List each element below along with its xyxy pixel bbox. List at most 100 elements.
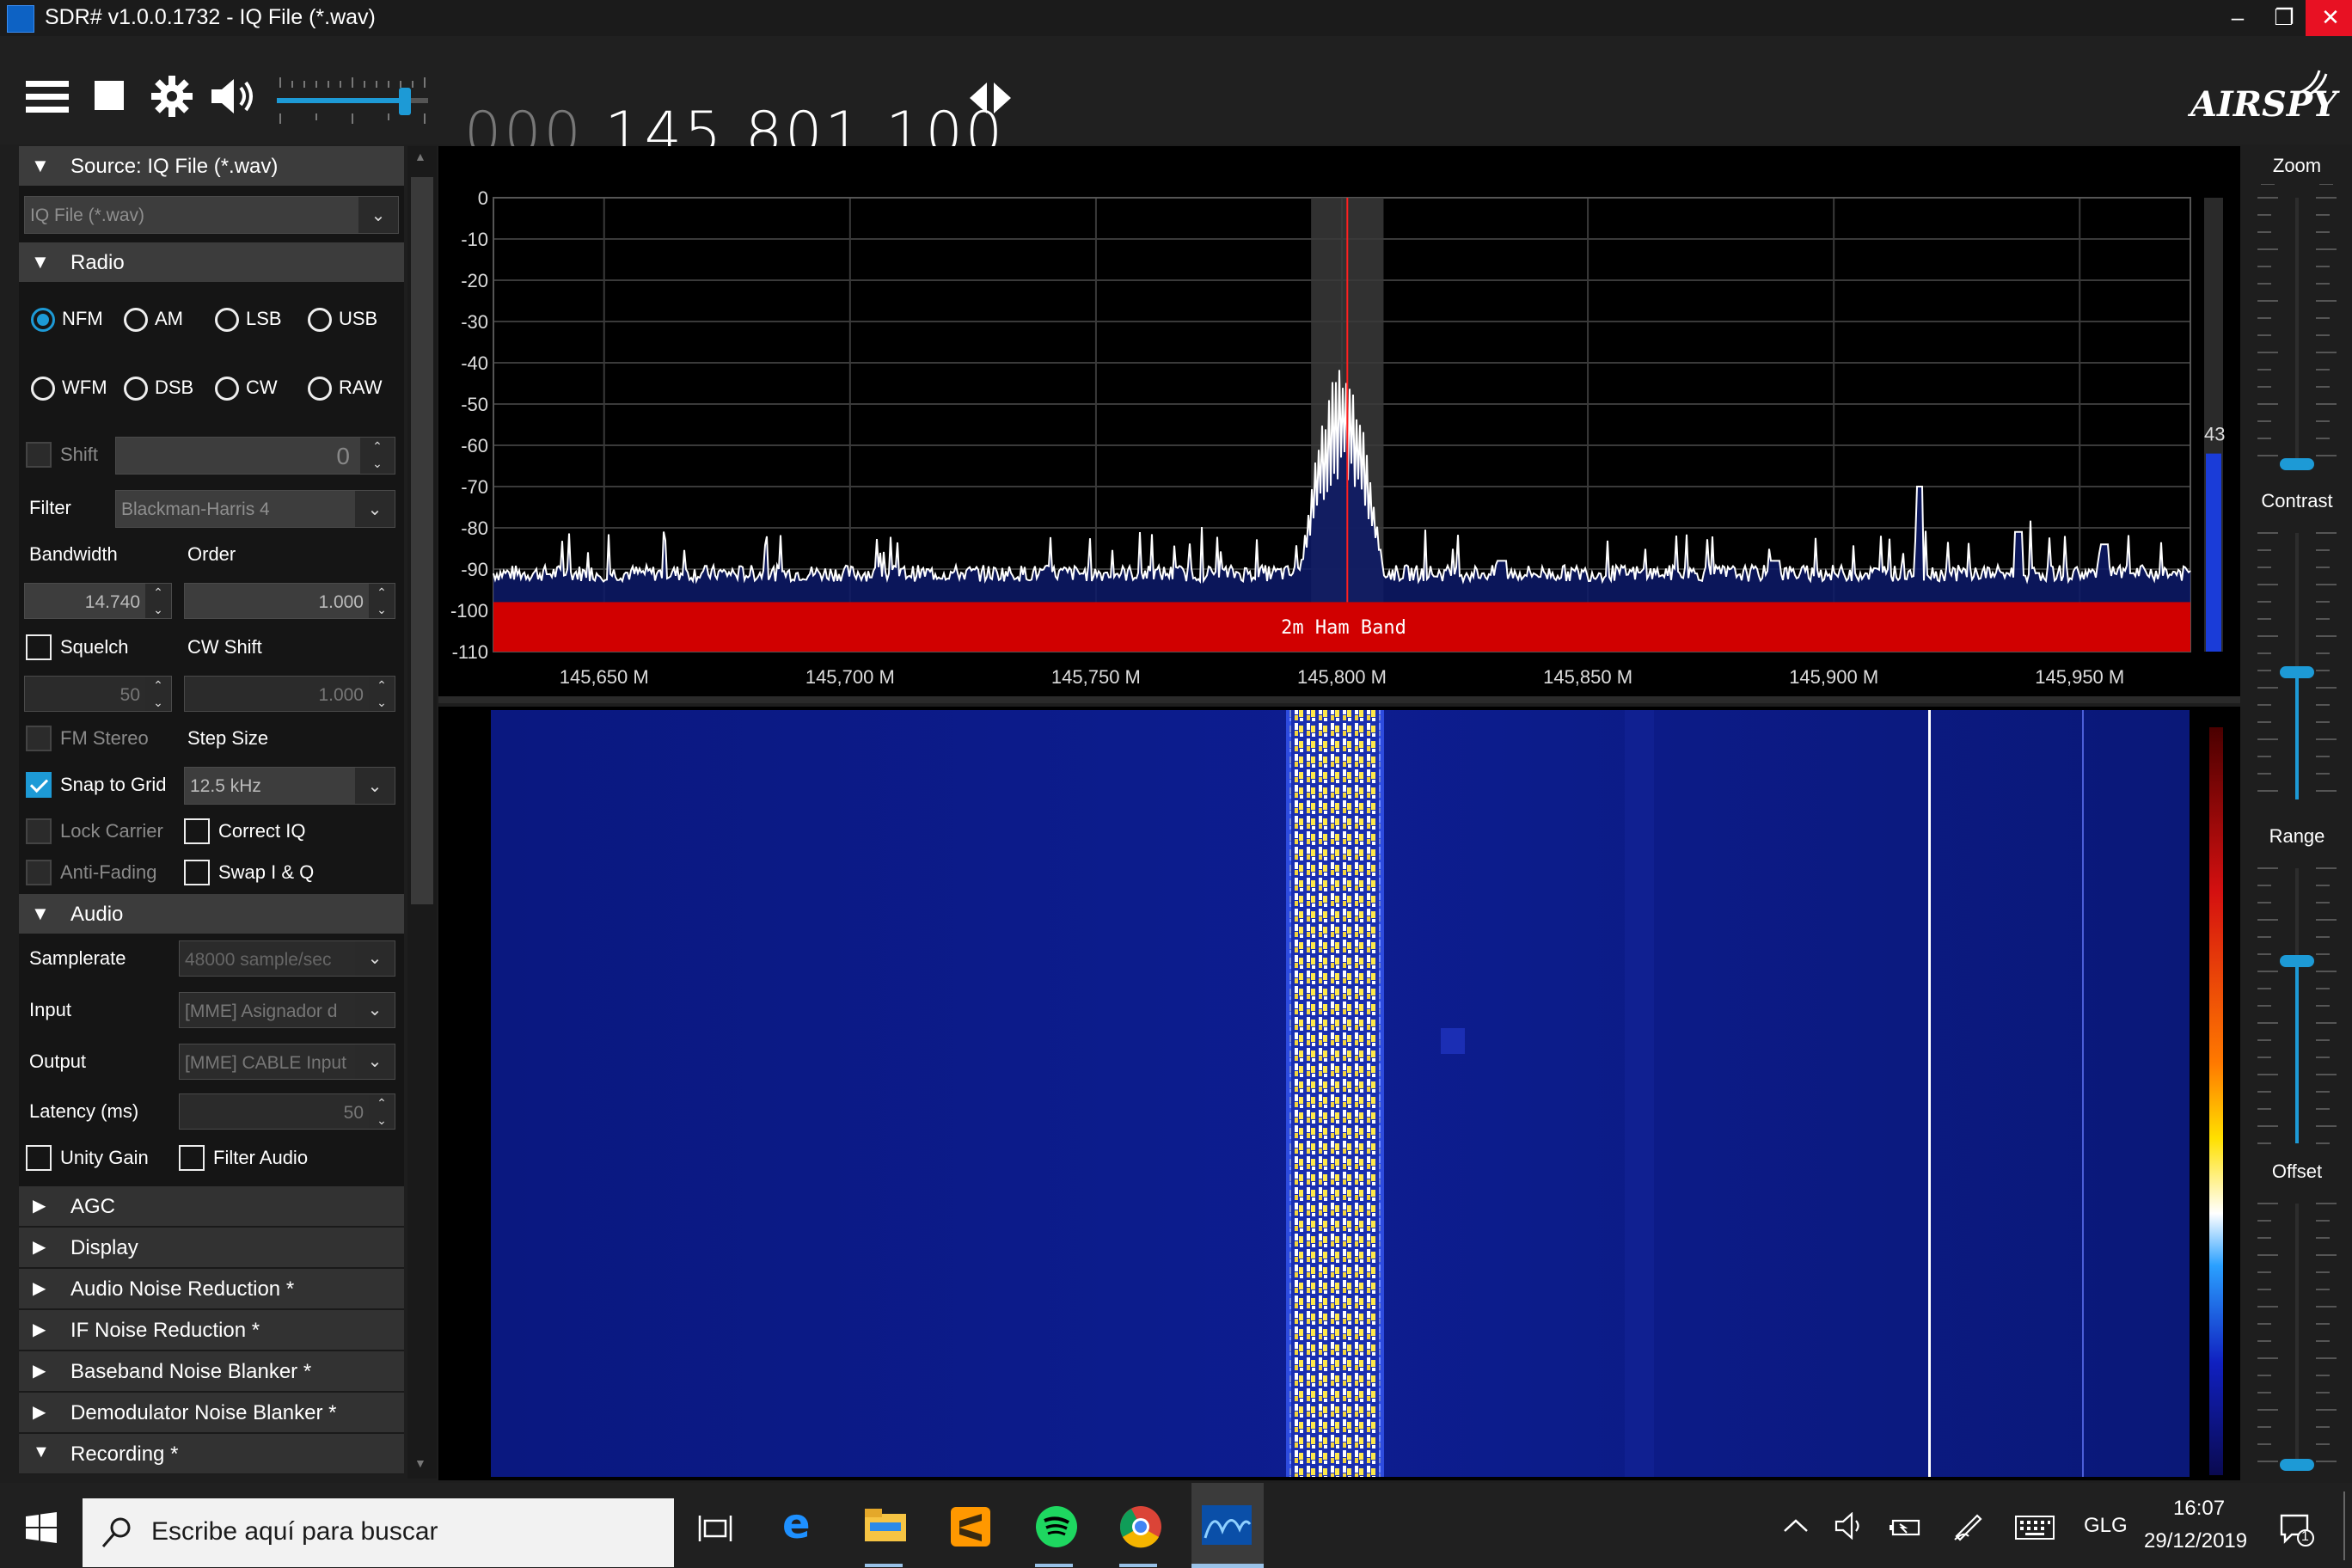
shift-checkbox[interactable] <box>26 442 52 468</box>
mode-radio-raw[interactable] <box>308 377 332 401</box>
audio-header[interactable]: ▼ Audio <box>19 894 404 934</box>
contrast-slider-thumb[interactable] <box>2280 666 2314 678</box>
language-indicator[interactable]: GLG <box>2084 1514 2128 1538</box>
bandwidth-input[interactable]: 14.740 ⌃ ⌄ <box>24 583 172 619</box>
gear-icon[interactable] <box>151 76 193 117</box>
lock-carrier-checkbox[interactable] <box>26 818 52 844</box>
clock-date[interactable]: 29/12/2019 <box>2144 1529 2247 1553</box>
filter-select[interactable]: Blackman-Harris 4 ⌄ <box>115 490 395 528</box>
panel-scrollbar[interactable]: ▲ ▼ <box>407 146 437 1479</box>
cwshift-input[interactable]: 1.000 ⌃ ⌄ <box>184 676 395 712</box>
shift-input[interactable]: 0 ⌃ ⌄ <box>115 437 395 475</box>
x-tick-label: 145,700 M <box>805 666 895 688</box>
source-header[interactable]: ▼ Source: IQ File (*.wav) <box>19 146 404 186</box>
edge-browser-icon[interactable]: e <box>782 1504 822 1545</box>
y-tick-label: -110 <box>452 641 488 663</box>
spinner-arrows-icon: ⌃ ⌄ <box>369 677 395 711</box>
speaker-icon[interactable] <box>210 76 258 117</box>
bandwidth-value: 14.740 <box>84 592 140 612</box>
band-plan-label: 2m Ham Band <box>1281 617 1406 639</box>
close-button[interactable]: ✕ <box>2306 0 2352 36</box>
spectrum-plot[interactable]: 145,650 M 145,700 M 145,750 M 145,800 M 145,… <box>438 146 2240 703</box>
scroll-up-icon[interactable]: ▲ <box>414 150 426 163</box>
volume-icon[interactable] <box>1834 1512 1865 1540</box>
mode-radio-wfm[interactable] <box>31 377 55 401</box>
unity-gain-label: Unity Gain <box>60 1147 149 1168</box>
section-audio-noise-reduction[interactable]: ▶ Audio Noise Reduction * <box>19 1269 404 1310</box>
source-device-select[interactable]: IQ File (*.wav) ⌄ <box>24 196 399 234</box>
slider-track[interactable] <box>2295 1204 2299 1470</box>
swap-iq-checkbox[interactable] <box>184 860 210 885</box>
chrome-icon[interactable] <box>1119 1505 1162 1548</box>
audio-output-select[interactable]: [MME] CABLE Input ⌄ <box>179 1044 395 1080</box>
stop-icon[interactable] <box>95 81 126 112</box>
section-baseband-noise-blanker[interactable]: ▶ Baseband Noise Blanker * <box>19 1351 404 1393</box>
battery-icon[interactable] <box>1888 1514 1922 1540</box>
chevron-up-icon[interactable] <box>1783 1517 1809 1534</box>
mode-label: USB <box>339 308 378 329</box>
active-indicator <box>1035 1564 1073 1567</box>
file-explorer-icon[interactable] <box>865 1509 908 1543</box>
fm-stereo-checkbox[interactable] <box>26 726 52 751</box>
lock-carrier-label: Lock Carrier <box>60 820 163 842</box>
scroll-down-icon[interactable]: ▼ <box>414 1456 426 1470</box>
range-slider-thumb[interactable] <box>2280 955 2314 967</box>
sdrsharp-taskbar-button[interactable] <box>1191 1483 1264 1568</box>
output-label: Output <box>29 1050 87 1072</box>
menu-icon[interactable] <box>26 79 70 115</box>
unity-gain-checkbox[interactable] <box>26 1145 52 1171</box>
waterfall-plot[interactable] <box>438 707 2240 1480</box>
audio-input-select[interactable]: [MME] Asignador d ⌄ <box>179 992 395 1028</box>
search-box[interactable]: Escribe aquí para buscar <box>83 1498 674 1567</box>
mode-radio-am[interactable] <box>124 308 148 332</box>
section-demodulator-noise-blanker[interactable]: ▶ Demodulator Noise Blanker * <box>19 1393 404 1434</box>
correct-iq-checkbox[interactable] <box>184 818 210 844</box>
spotify-icon[interactable] <box>1035 1505 1078 1548</box>
squelch-checkbox[interactable] <box>26 634 52 660</box>
mode-radio-nfm[interactable] <box>31 308 55 332</box>
section-agc[interactable]: ▶ AGC <box>19 1186 404 1228</box>
volume-slider[interactable] <box>273 69 437 131</box>
snap-to-grid-checkbox[interactable] <box>26 772 52 798</box>
radio-header[interactable]: ▼ Radio <box>19 242 404 282</box>
offset-slider-thumb[interactable] <box>2280 1459 2314 1471</box>
minimize-button[interactable]: – <box>2213 0 2263 36</box>
stepsize-select[interactable]: 12.5 kHz ⌄ <box>184 767 395 805</box>
samplerate-select[interactable]: 48000 sample/sec ⌄ <box>179 940 395 977</box>
section-if-noise-reduction[interactable]: ▶ IF Noise Reduction * <box>19 1310 404 1351</box>
active-indicator <box>1191 1564 1264 1568</box>
squelch-input[interactable]: 50 ⌃ ⌄ <box>24 676 172 712</box>
active-indicator <box>1119 1564 1157 1567</box>
waterfall-display[interactable] <box>438 707 2240 1480</box>
windows-start-icon[interactable] <box>26 1512 57 1543</box>
clock-time[interactable]: 16:07 <box>2173 1497 2225 1521</box>
show-desktop-button[interactable] <box>2343 1491 2345 1560</box>
mode-radio-lsb[interactable] <box>215 308 239 332</box>
section-display[interactable]: ▶ Display <box>19 1228 404 1269</box>
zoom-slider-thumb[interactable] <box>2280 458 2314 470</box>
scrollbar-thumb[interactable] <box>411 177 433 904</box>
mode-radio-dsb[interactable] <box>124 377 148 401</box>
y-tick-label: -20 <box>461 270 488 291</box>
spectrum-analyzer[interactable]: 145,650 M 145,700 M 145,750 M 145,800 M 145,… <box>438 146 2240 703</box>
filter-audio-checkbox[interactable] <box>179 1145 205 1171</box>
latency-input[interactable]: 50 ⌃ ⌄ <box>179 1093 395 1130</box>
spinner-arrows-icon: ⌃ ⌄ <box>145 677 171 711</box>
task-view-icon[interactable] <box>698 1514 732 1543</box>
restore-button[interactable]: ❐ <box>2259 0 2309 36</box>
squelch-label: Squelch <box>60 636 129 658</box>
frequency-step-arrows-icon[interactable] <box>966 79 1014 117</box>
anti-fading-checkbox[interactable] <box>26 860 52 885</box>
mode-radio-cw[interactable] <box>215 377 239 401</box>
pen-icon[interactable] <box>1951 1510 1986 1541</box>
level-readout: 43 <box>2204 423 2225 444</box>
section-recording[interactable]: ▼ Recording * <box>19 1434 404 1474</box>
order-input[interactable]: 1.000 ⌃ ⌄ <box>184 583 395 619</box>
mode-radio-usb[interactable] <box>308 308 332 332</box>
y-tick-label: -30 <box>461 311 488 333</box>
keyboard-icon[interactable] <box>2015 1516 2055 1540</box>
slider-track[interactable] <box>2295 198 2299 464</box>
notification-center-icon[interactable] <box>2280 1512 2314 1547</box>
sublime-text-icon[interactable] <box>951 1507 990 1547</box>
spectrum-waterfall-divider[interactable] <box>438 696 2240 703</box>
